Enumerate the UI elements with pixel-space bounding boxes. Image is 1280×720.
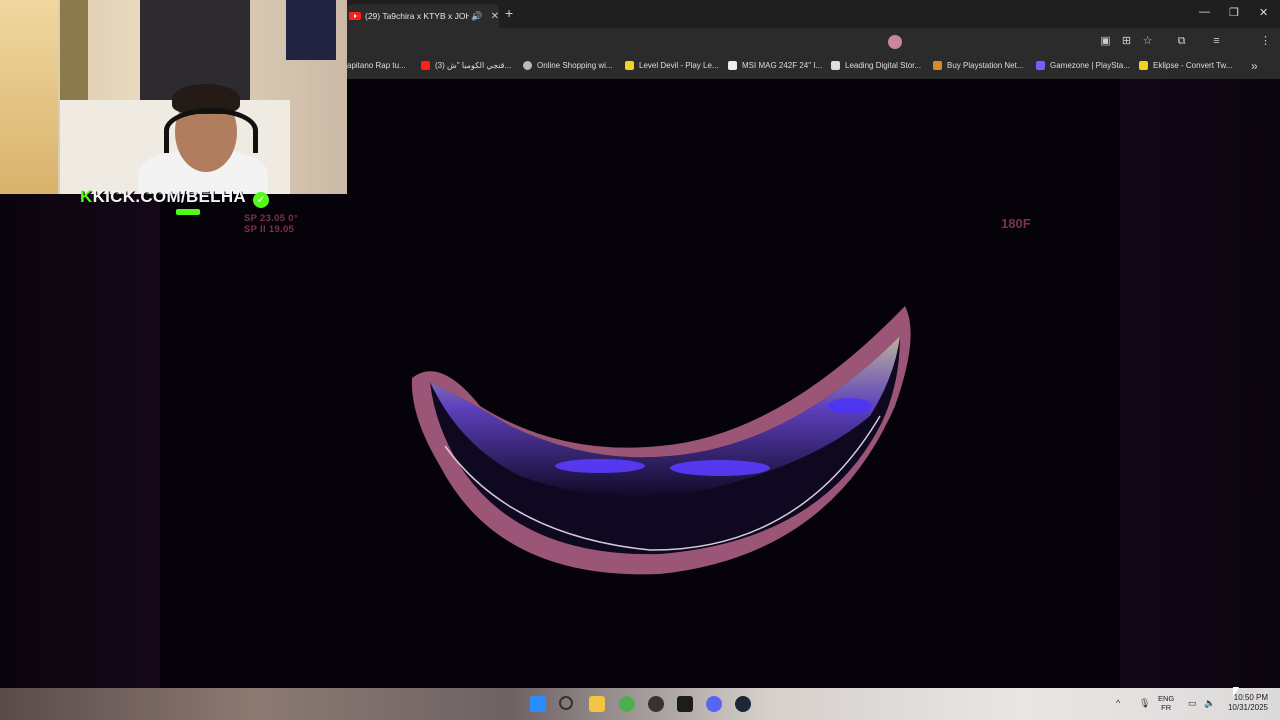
playstation-store-icon (933, 61, 942, 70)
kick-logo: K (80, 187, 93, 206)
tab-title: (29) Ta9chira x KTYB x JOH... (365, 11, 470, 21)
bookmark-item[interactable]: (3) قنجي الكومبا "ش... (421, 61, 511, 70)
restore-button[interactable]: ❐ (1229, 6, 1239, 19)
bookmark-item[interactable]: Leading Digital Stor... (831, 61, 921, 70)
speaker-icon[interactable]: 🔊 (471, 11, 482, 22)
clock-date: 10/31/2025 (1227, 703, 1268, 712)
bookmarks-bar: apitano Rap tu... (3) قنجي الكومبا "ش...… (347, 55, 1280, 79)
language-indicator[interactable]: ENG FR (1158, 694, 1174, 712)
obs-icon[interactable] (648, 696, 664, 712)
browser-tab-bar: (29) Ta9chira x KTYB x JOH... 🔊 ✕ + — ❐ … (347, 0, 1280, 28)
microphone-icon[interactable]: 🎙 (1139, 698, 1150, 709)
file-explorer-icon[interactable] (589, 696, 605, 712)
msi-icon (728, 61, 737, 70)
browser-toolbar: ▣ ⊞ ☆ ⧉ ≡ ⋮ (347, 28, 1280, 55)
menu-kebab-icon[interactable]: ⋮ (1259, 35, 1272, 47)
tray-overflow-icon[interactable]: ^ (1116, 698, 1120, 708)
bookmark-item[interactable]: MSI MAG 242F 24" I... (728, 61, 822, 70)
network-icon[interactable]: ▭ (1188, 698, 1197, 709)
kick-channel-text: KICK.COM/BELHA (92, 187, 246, 206)
close-window-button[interactable]: ✕ (1259, 6, 1268, 19)
windows-start-icon[interactable] (530, 696, 546, 712)
screenshot-icon[interactable]: ▣ (1099, 35, 1112, 47)
mouse-cursor (1233, 687, 1239, 697)
kick-live-tag (176, 209, 200, 215)
verified-badge-icon: ✓ (253, 192, 269, 208)
volume-icon[interactable]: 🔈 (1204, 698, 1215, 709)
language-primary: ENG (1158, 694, 1175, 703)
video-hud-line-1: SP 23.05 0° (244, 213, 298, 224)
windows-taskbar (0, 688, 1280, 720)
media-control-icon[interactable]: ≡ (1210, 35, 1223, 47)
tab-youtube[interactable]: (29) Ta9chira x KTYB x JOH... 🔊 ✕ (347, 4, 499, 28)
bookmark-item[interactable]: Buy Playstation Net... (933, 61, 1023, 70)
system-clock[interactable]: 10:50 PM 10/31/2025 (1224, 693, 1268, 713)
kick-channel-banner: KKICK.COM/BELHA (80, 187, 246, 207)
video-right-edge (1120, 79, 1280, 688)
bookmark-item[interactable]: apitano Rap tu... (347, 61, 406, 70)
bookmark-item[interactable]: Level Devil - Play Le... (625, 61, 719, 70)
discord-icon[interactable] (706, 696, 722, 712)
minimize-button[interactable]: — (1199, 6, 1210, 18)
level-devil-icon (625, 61, 634, 70)
bookmark-star-icon[interactable]: ☆ (1141, 35, 1154, 47)
bookmark-item[interactable]: Gamezone | PlaySta... (1036, 61, 1130, 70)
tab-close-button[interactable]: ✕ (491, 11, 499, 22)
streamer-webcam (0, 0, 347, 194)
clock-time: 10:50 PM (1233, 693, 1268, 702)
globe-icon (523, 61, 532, 70)
steam-icon[interactable] (735, 696, 751, 712)
translate-icon[interactable]: ⊞ (1120, 35, 1133, 47)
bookmarks-overflow-button[interactable]: » (1251, 59, 1258, 73)
new-tab-button[interactable]: + (505, 5, 513, 21)
video-hud-line-2: SP II 19.05 (244, 224, 295, 235)
nvidia-icon[interactable] (677, 696, 693, 712)
store-icon (831, 61, 840, 70)
gamezone-icon (1036, 61, 1045, 70)
video-left-edge (0, 194, 160, 688)
eklipse-icon (1139, 61, 1148, 70)
bookmark-item[interactable]: Online Shopping wi... (523, 61, 613, 70)
extensions-icon[interactable]: ⧉ (1175, 35, 1188, 47)
youtube-icon (349, 12, 361, 20)
video-frame-counter: 180F (1001, 216, 1031, 231)
bookmark-item[interactable]: Eklipse - Convert Tw... (1139, 61, 1232, 70)
search-icon[interactable] (559, 696, 573, 710)
profile-avatar[interactable] (888, 35, 902, 49)
video-smile-graphic (411, 306, 911, 575)
language-secondary: FR (1161, 703, 1172, 712)
youtube-icon (421, 61, 430, 70)
chrome-icon[interactable] (619, 696, 635, 712)
